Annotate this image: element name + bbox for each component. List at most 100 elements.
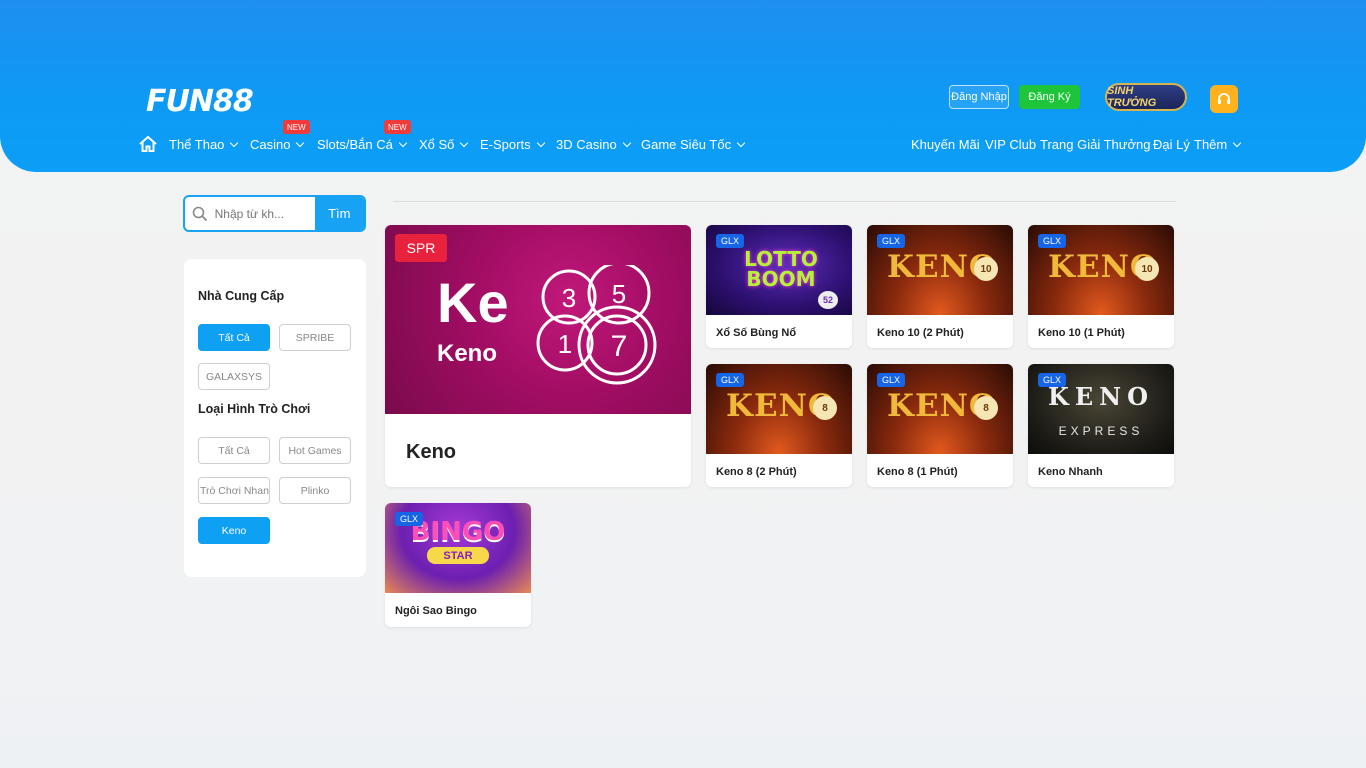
thumbnail-art-text: 10 [974, 257, 998, 281]
nav-khuyen-mai[interactable]: Khuyến Mãi [911, 137, 980, 152]
game-card[interactable]: KENO 8 GLX Keno 8 (2 Phút) [706, 364, 852, 487]
game-title: Keno [406, 441, 456, 463]
game-title: Keno 10 (2 Phút) [877, 327, 964, 339]
provider-tag: GLX [395, 512, 424, 526]
support-button[interactable] [1210, 85, 1238, 113]
top-header: FUN88 Đăng Nhập Đăng Ký SINH TRƯỞNG NEW … [0, 0, 1366, 172]
nav-label: Đại Lý [1153, 137, 1190, 152]
nav-label: Trang Giải Thưởng [1040, 137, 1151, 152]
game-title: Keno 8 (1 Phút) [877, 466, 958, 478]
search-input[interactable] [214, 197, 315, 230]
chevron-down-icon [398, 138, 408, 148]
login-button[interactable]: Đăng Nhập [949, 85, 1009, 109]
fun88-logo[interactable]: FUN88 [146, 84, 254, 119]
provider-tag: GLX [877, 234, 906, 248]
nav-label: 3D Casino [556, 137, 617, 152]
new-badge: NEW [283, 120, 310, 134]
game-card[interactable]: KENO 8 GLX Keno 8 (1 Phút) [867, 364, 1013, 487]
chevron-down-icon [460, 138, 469, 148]
nav-the-thao[interactable]: Thể Thao [169, 137, 239, 152]
provider-tag: GLX [716, 373, 745, 387]
featured-game-thumbnail: SPR Ke Keno 3 5 1 7 [385, 225, 691, 414]
game-type-filter-title: Loại Hình Trò Chơi [198, 402, 311, 416]
provider-tag: GLX [1038, 373, 1067, 387]
game-title: Keno 8 (2 Phút) [716, 466, 797, 478]
nav-trang-giai-thuong[interactable]: Trang Giải Thưởng [1040, 137, 1150, 152]
provider-chip-galaxsys[interactable]: GALAXSYS [198, 363, 270, 390]
nav-esports[interactable]: E-Sports [480, 137, 545, 152]
game-card[interactable]: BINGO STAR GLX Ngôi Sao Bingo [385, 503, 531, 627]
thumbnail-art-text: 8 [974, 396, 998, 420]
type-chip-hot-games[interactable]: Hot Games [279, 437, 351, 464]
provider-tag: GLX [1038, 234, 1067, 248]
headset-icon [1218, 93, 1230, 104]
search-button[interactable]: Tìm [314, 197, 364, 230]
thumbnail-art-text: Ke [437, 271, 509, 334]
nav-label: VIP Club [985, 137, 1037, 152]
game-card[interactable]: KENO 10 GLX Keno 10 (2 Phút) [867, 225, 1013, 348]
nav-game-sieu-toc[interactable]: Game Siêu Tốc [641, 137, 746, 152]
nav-label: Thêm [1194, 137, 1228, 152]
thumbnail-art-text: STAR [427, 547, 489, 564]
content-divider [393, 201, 1176, 202]
ball-number: 1 [558, 329, 572, 359]
thumbnail-art-text: EXPRESS [1058, 424, 1144, 438]
nav-label: Casino [250, 137, 291, 152]
type-chip-all[interactable]: Tất Cả [198, 437, 270, 464]
nav-label: Xổ Số [419, 137, 455, 152]
provider-chip-spribe[interactable]: SPRIBE [279, 324, 351, 351]
game-title: Ngôi Sao Bingo [395, 605, 477, 617]
game-title: Keno Nhanh [1038, 466, 1103, 478]
nav-dai-ly[interactable]: Đại Lý [1153, 137, 1190, 152]
register-button[interactable]: Đăng Ký [1019, 85, 1080, 109]
game-card[interactable]: KENO EXPRESS GLX Keno Nhanh [1028, 364, 1174, 487]
thumbnail-art-text: Keno [437, 340, 497, 367]
type-chip-quick-games[interactable]: Trò Chơi Nhanh [198, 477, 270, 504]
game-card[interactable]: KENO 10 GLX Keno 10 (1 Phút) [1028, 225, 1174, 348]
thumbnail-art-text: 52 [818, 291, 838, 309]
provider-tag: GLX [877, 373, 906, 387]
chevron-down-icon [230, 138, 239, 148]
nav-3d-casino[interactable]: 3D Casino [556, 137, 631, 152]
game-card[interactable]: LOTTO BOOM 52 GLX Xổ Số Bùng Nổ [706, 225, 852, 348]
nav-them[interactable]: Thêm [1194, 137, 1242, 152]
nav-vip-club[interactable]: VIP Club [985, 137, 1036, 152]
filter-panel: Nhà Cung Cấp Tất Cả SPRIBE GALAXSYS Loại… [184, 259, 366, 577]
chevron-down-icon [1232, 138, 1242, 148]
provider-filter-title: Nhà Cung Cấp [198, 289, 285, 303]
home-link[interactable] [139, 136, 157, 152]
nav-label: Khuyến Mãi [911, 137, 980, 152]
chevron-down-icon [736, 138, 746, 148]
ball-number: 3 [562, 283, 576, 313]
type-chip-plinko[interactable]: Plinko [279, 477, 351, 504]
nav-label: Game Siêu Tốc [641, 137, 732, 152]
provider-tag: SPR [395, 234, 447, 262]
thumbnail-art-text: 10 [1135, 257, 1159, 281]
vip-rank-badge[interactable]: SINH TRƯỞNG [1105, 83, 1187, 111]
game-title: Xổ Số Bùng Nổ [716, 327, 797, 339]
keno-balls-illustration: 3 5 1 7 [536, 265, 657, 385]
search-icon [185, 197, 215, 230]
main-nav: Thể Thao Casino Slots/Bắn Cá Xổ Số E-Spo… [0, 136, 1366, 157]
nav-label: Thể Thao [169, 137, 225, 152]
type-chip-keno[interactable]: Keno [198, 517, 270, 544]
nav-casino[interactable]: Casino [250, 137, 305, 152]
chevron-down-icon [296, 138, 305, 148]
chevron-down-icon [536, 138, 545, 148]
nav-label: Slots/Bắn Cá [317, 137, 393, 152]
nav-label: E-Sports [480, 137, 531, 152]
ball-number: 7 [611, 330, 628, 363]
new-badge: NEW [384, 120, 411, 134]
chevron-down-icon [622, 138, 631, 148]
ball-number: 5 [612, 279, 626, 309]
provider-tag: GLX [716, 234, 745, 248]
featured-game-card[interactable]: SPR Ke Keno 3 5 1 7 Keno [385, 225, 691, 487]
game-title: Keno 10 (1 Phút) [1038, 327, 1125, 339]
home-icon [139, 136, 157, 152]
game-search: Tìm [183, 195, 366, 232]
provider-chip-all[interactable]: Tất Cả [198, 324, 270, 351]
nav-xo-so[interactable]: Xổ Số [419, 137, 469, 152]
thumbnail-art-text: 8 [813, 396, 837, 420]
nav-slots[interactable]: Slots/Bắn Cá [317, 137, 408, 152]
thumbnail-art-text: LOTTO BOOM [744, 247, 818, 291]
